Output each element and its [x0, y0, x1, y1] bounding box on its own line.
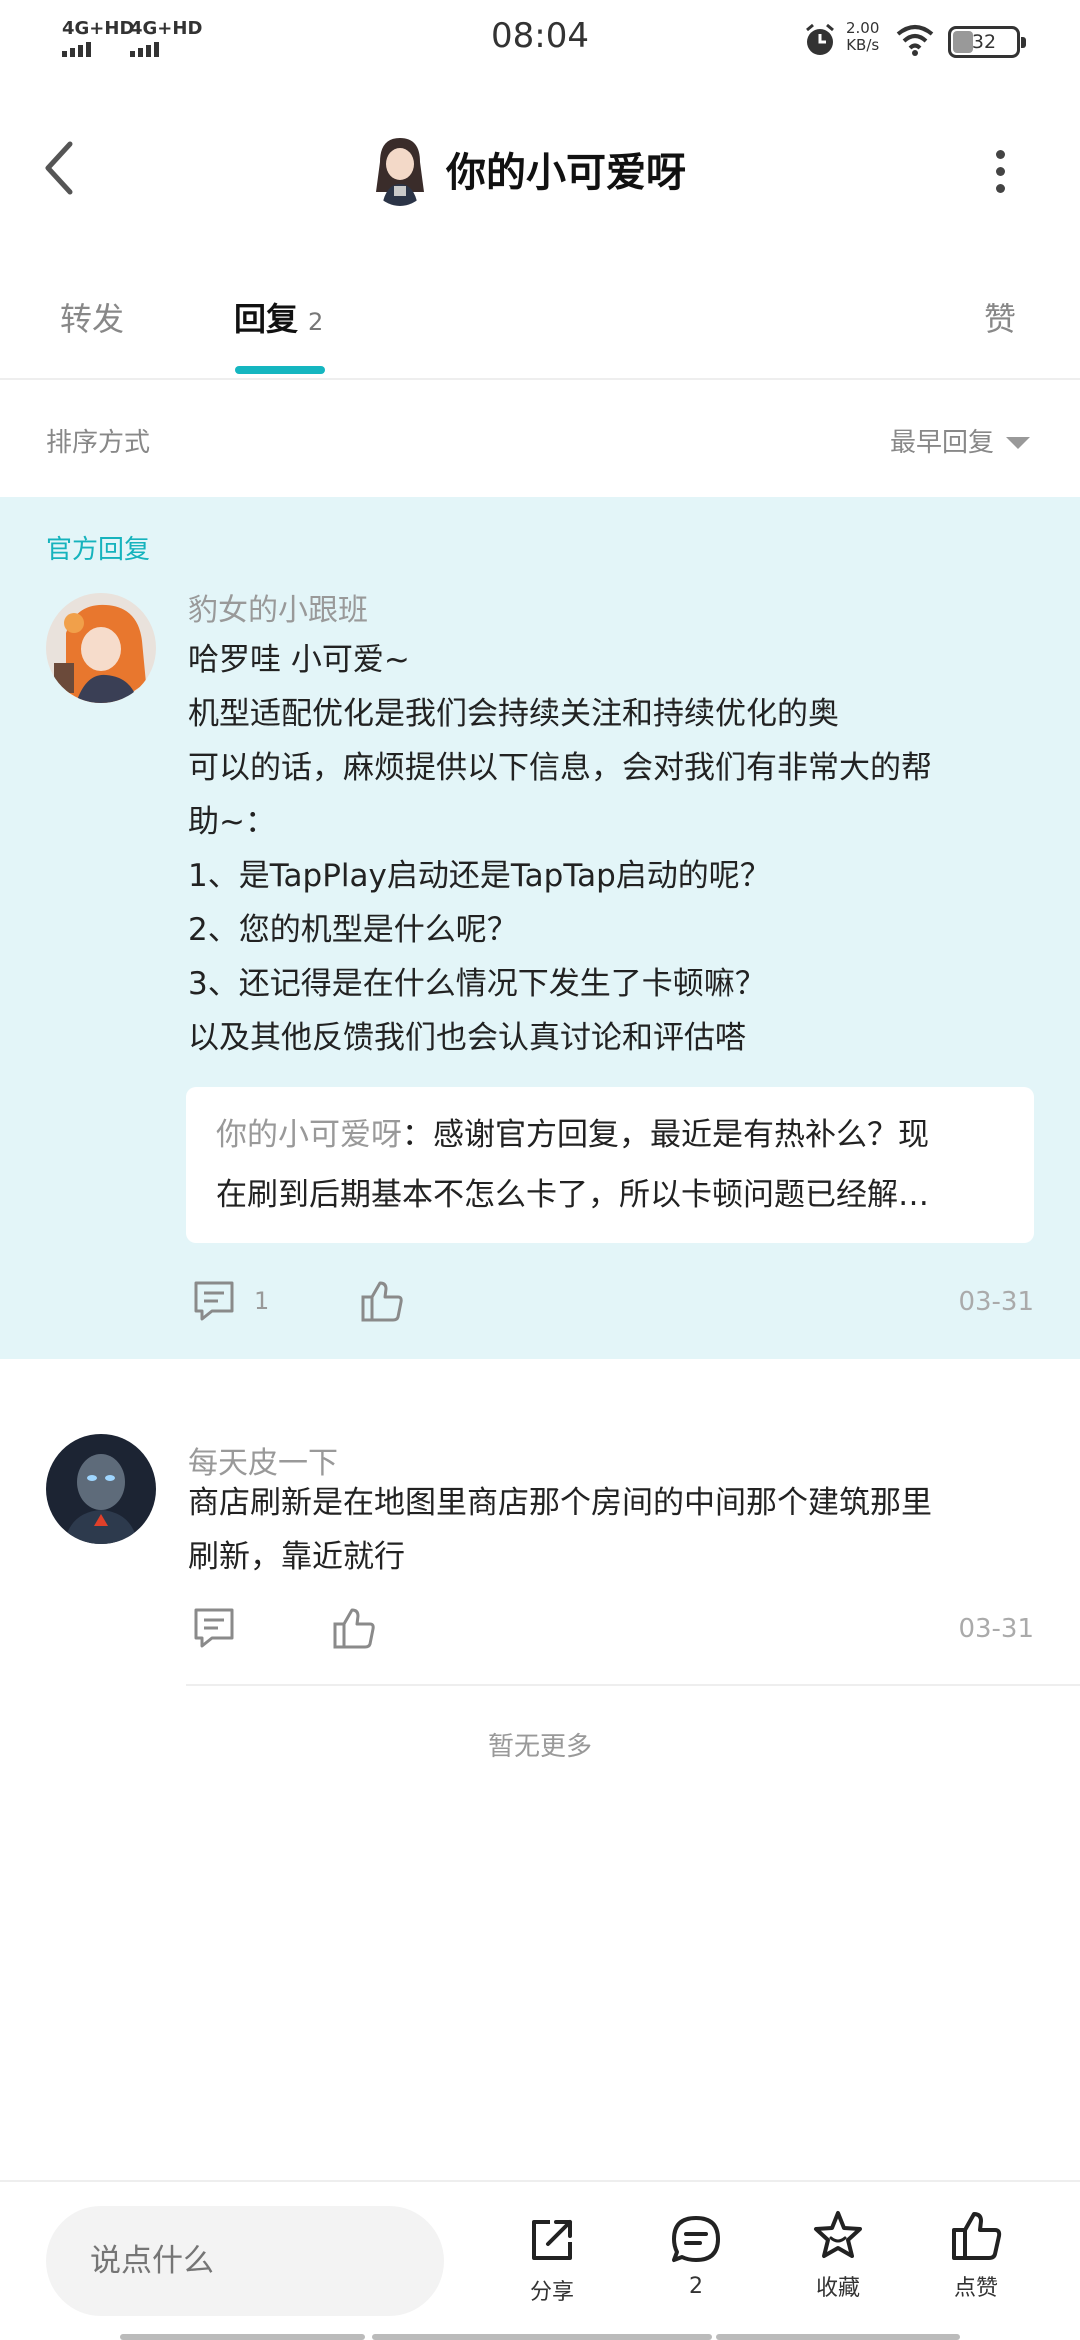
share-icon — [532, 2220, 572, 2260]
bottom-action-bar: 分享 2 收藏 点赞 — [0, 2180, 1080, 2340]
caret-down-icon — [1006, 436, 1030, 449]
tab-replies-count: 2 — [308, 308, 324, 336]
share-button[interactable]: 分享 — [512, 2212, 592, 2306]
more-options-button[interactable] — [980, 150, 1020, 200]
content-line: 1、是TapPlay启动还是TapTap启动的呢？ — [188, 858, 771, 894]
official-reply-badge: 官方回复 — [46, 535, 151, 565]
title-area: 你的小可爱呀 — [368, 132, 686, 206]
content-line: 刷新，靠近就行 — [188, 1539, 405, 1575]
battery-icon: 32 — [948, 26, 1026, 58]
active-tab-indicator — [235, 366, 325, 374]
gesture-bar — [372, 2334, 712, 2340]
chat-bubble-icon — [672, 2216, 720, 2262]
tab-likes-label: 赞 — [984, 300, 1017, 338]
alarm-icon — [806, 23, 834, 55]
content-line: 机型适配优化是我们会持续关注和持续优化的奥 — [188, 696, 839, 732]
comment-input[interactable] — [46, 2206, 444, 2316]
page-title: 你的小可爱呀 — [446, 150, 686, 196]
content-line: 可以的话，麻烦提供以下信息，会对我们有非常大的帮 — [188, 750, 932, 786]
gesture-bar — [716, 2334, 960, 2340]
dot — [995, 167, 1005, 176]
content-line: 商店刷新是在地图里商店那个房间的中间那个建筑那里 — [188, 1485, 932, 1521]
tab-repost-label: 转发 — [60, 300, 125, 338]
like-label: 点赞 — [953, 2276, 998, 2301]
dot — [995, 184, 1005, 193]
quoted-text-line: 在刷到后期基本不怎么卡了，所以卡顿问题已经解… — [216, 1177, 929, 1213]
thumbs-up-icon[interactable] — [358, 1277, 406, 1325]
sort-label: 排序方式 — [46, 428, 151, 458]
wifi-icon — [896, 25, 934, 56]
gesture-bar — [120, 2334, 365, 2340]
sort-dropdown[interactable]: 最早回复 — [890, 422, 1030, 459]
favorite-button[interactable]: 收藏 — [798, 2208, 878, 2302]
status-bar: 4G+HD 4G+HD 08:04 2.00 KB/s 32 — [0, 0, 1080, 80]
comment-icon[interactable] — [190, 1604, 238, 1652]
dot — [995, 150, 1005, 159]
favorite-label: 收藏 — [815, 2276, 860, 2301]
tab-replies-label: 回复 — [234, 300, 299, 338]
network-speed-value: 2.00 — [846, 19, 880, 37]
reply-avatar[interactable] — [46, 1434, 156, 1544]
share-label: 分享 — [529, 2280, 574, 2305]
thumbs-up-icon — [952, 2212, 1002, 2260]
back-button[interactable] — [40, 138, 90, 198]
comments-button[interactable]: 2 — [656, 2212, 736, 2299]
tab-likes[interactable]: 赞 — [984, 294, 1016, 340]
content-line: 2、您的机型是什么呢？ — [188, 912, 518, 948]
official-reply-content: 哈罗哇 小可爱~ 机型适配优化是我们会持续关注和持续优化的奥 可以的话，麻烦提供… — [188, 633, 1048, 1065]
official-username[interactable]: 豹女的小跟班 — [188, 585, 368, 629]
header: 你的小可爱呀 — [0, 110, 1080, 230]
reply-actions: 03-31 — [0, 1604, 1080, 1664]
content-line: 哈罗哇 小可爱~ — [188, 642, 410, 678]
author-avatar[interactable] — [368, 132, 432, 206]
chevron-left-icon — [45, 141, 73, 195]
quoted-reply[interactable]: 你的小可爱呀：感谢官方回复，最近是有热补么？现 在刷到后期基本不怎么卡了，所以卡… — [186, 1087, 1034, 1243]
comment-icon[interactable] — [190, 1277, 238, 1325]
sort-row: 排序方式 最早回复 — [0, 382, 1080, 496]
tab-repost[interactable]: 转发 — [60, 294, 124, 340]
divider — [186, 1684, 1080, 1686]
quoted-username[interactable]: 你的小可爱呀 — [216, 1117, 402, 1153]
network-speed-unit: KB/s — [846, 36, 880, 54]
official-reply-actions: 1 03-31 — [0, 1277, 1080, 1337]
network-speed: 2.00 KB/s — [846, 20, 879, 54]
no-more-indicator: 暂无更多 — [487, 1732, 592, 1762]
official-reply-card: 官方回复 豹女的小跟班 哈罗哇 小可爱~ 机型适配优化是我们会持续关注和持续优化… — [0, 497, 1080, 1359]
tab-replies[interactable]: 回复 2 — [234, 294, 323, 340]
reply-item: 每天皮一下 商店刷新是在地图里商店那个房间的中间那个建筑那里 刷新，靠近就行 0… — [0, 1360, 1080, 1690]
like-button[interactable]: 点赞 — [936, 2208, 1016, 2302]
quoted-text-line: ：感谢官方回复，最近是有热补么？现 — [402, 1117, 929, 1153]
reply-date: 03-31 — [958, 1614, 1034, 1644]
content-line: 助~： — [188, 804, 276, 840]
sort-selected-value: 最早回复 — [889, 428, 994, 458]
reply-date: 03-31 — [958, 1287, 1034, 1317]
comments-count: 2 — [689, 2274, 703, 2299]
reply-content: 商店刷新是在地图里商店那个房间的中间那个建筑那里 刷新，靠近就行 — [188, 1476, 1048, 1584]
battery-level: 32 — [971, 31, 997, 53]
content-line: 3、还记得是在什么情况下发生了卡顿嘛？ — [188, 966, 766, 1002]
thumbs-up-icon[interactable] — [330, 1604, 378, 1652]
official-avatar[interactable] — [46, 593, 156, 703]
content-line: 以及其他反馈我们也会认真讨论和评估嗒 — [188, 1020, 746, 1056]
tab-bar: 转发 回复 2 赞 — [0, 280, 1080, 380]
star-icon — [814, 2211, 862, 2258]
comment-count: 1 — [254, 1287, 270, 1315]
